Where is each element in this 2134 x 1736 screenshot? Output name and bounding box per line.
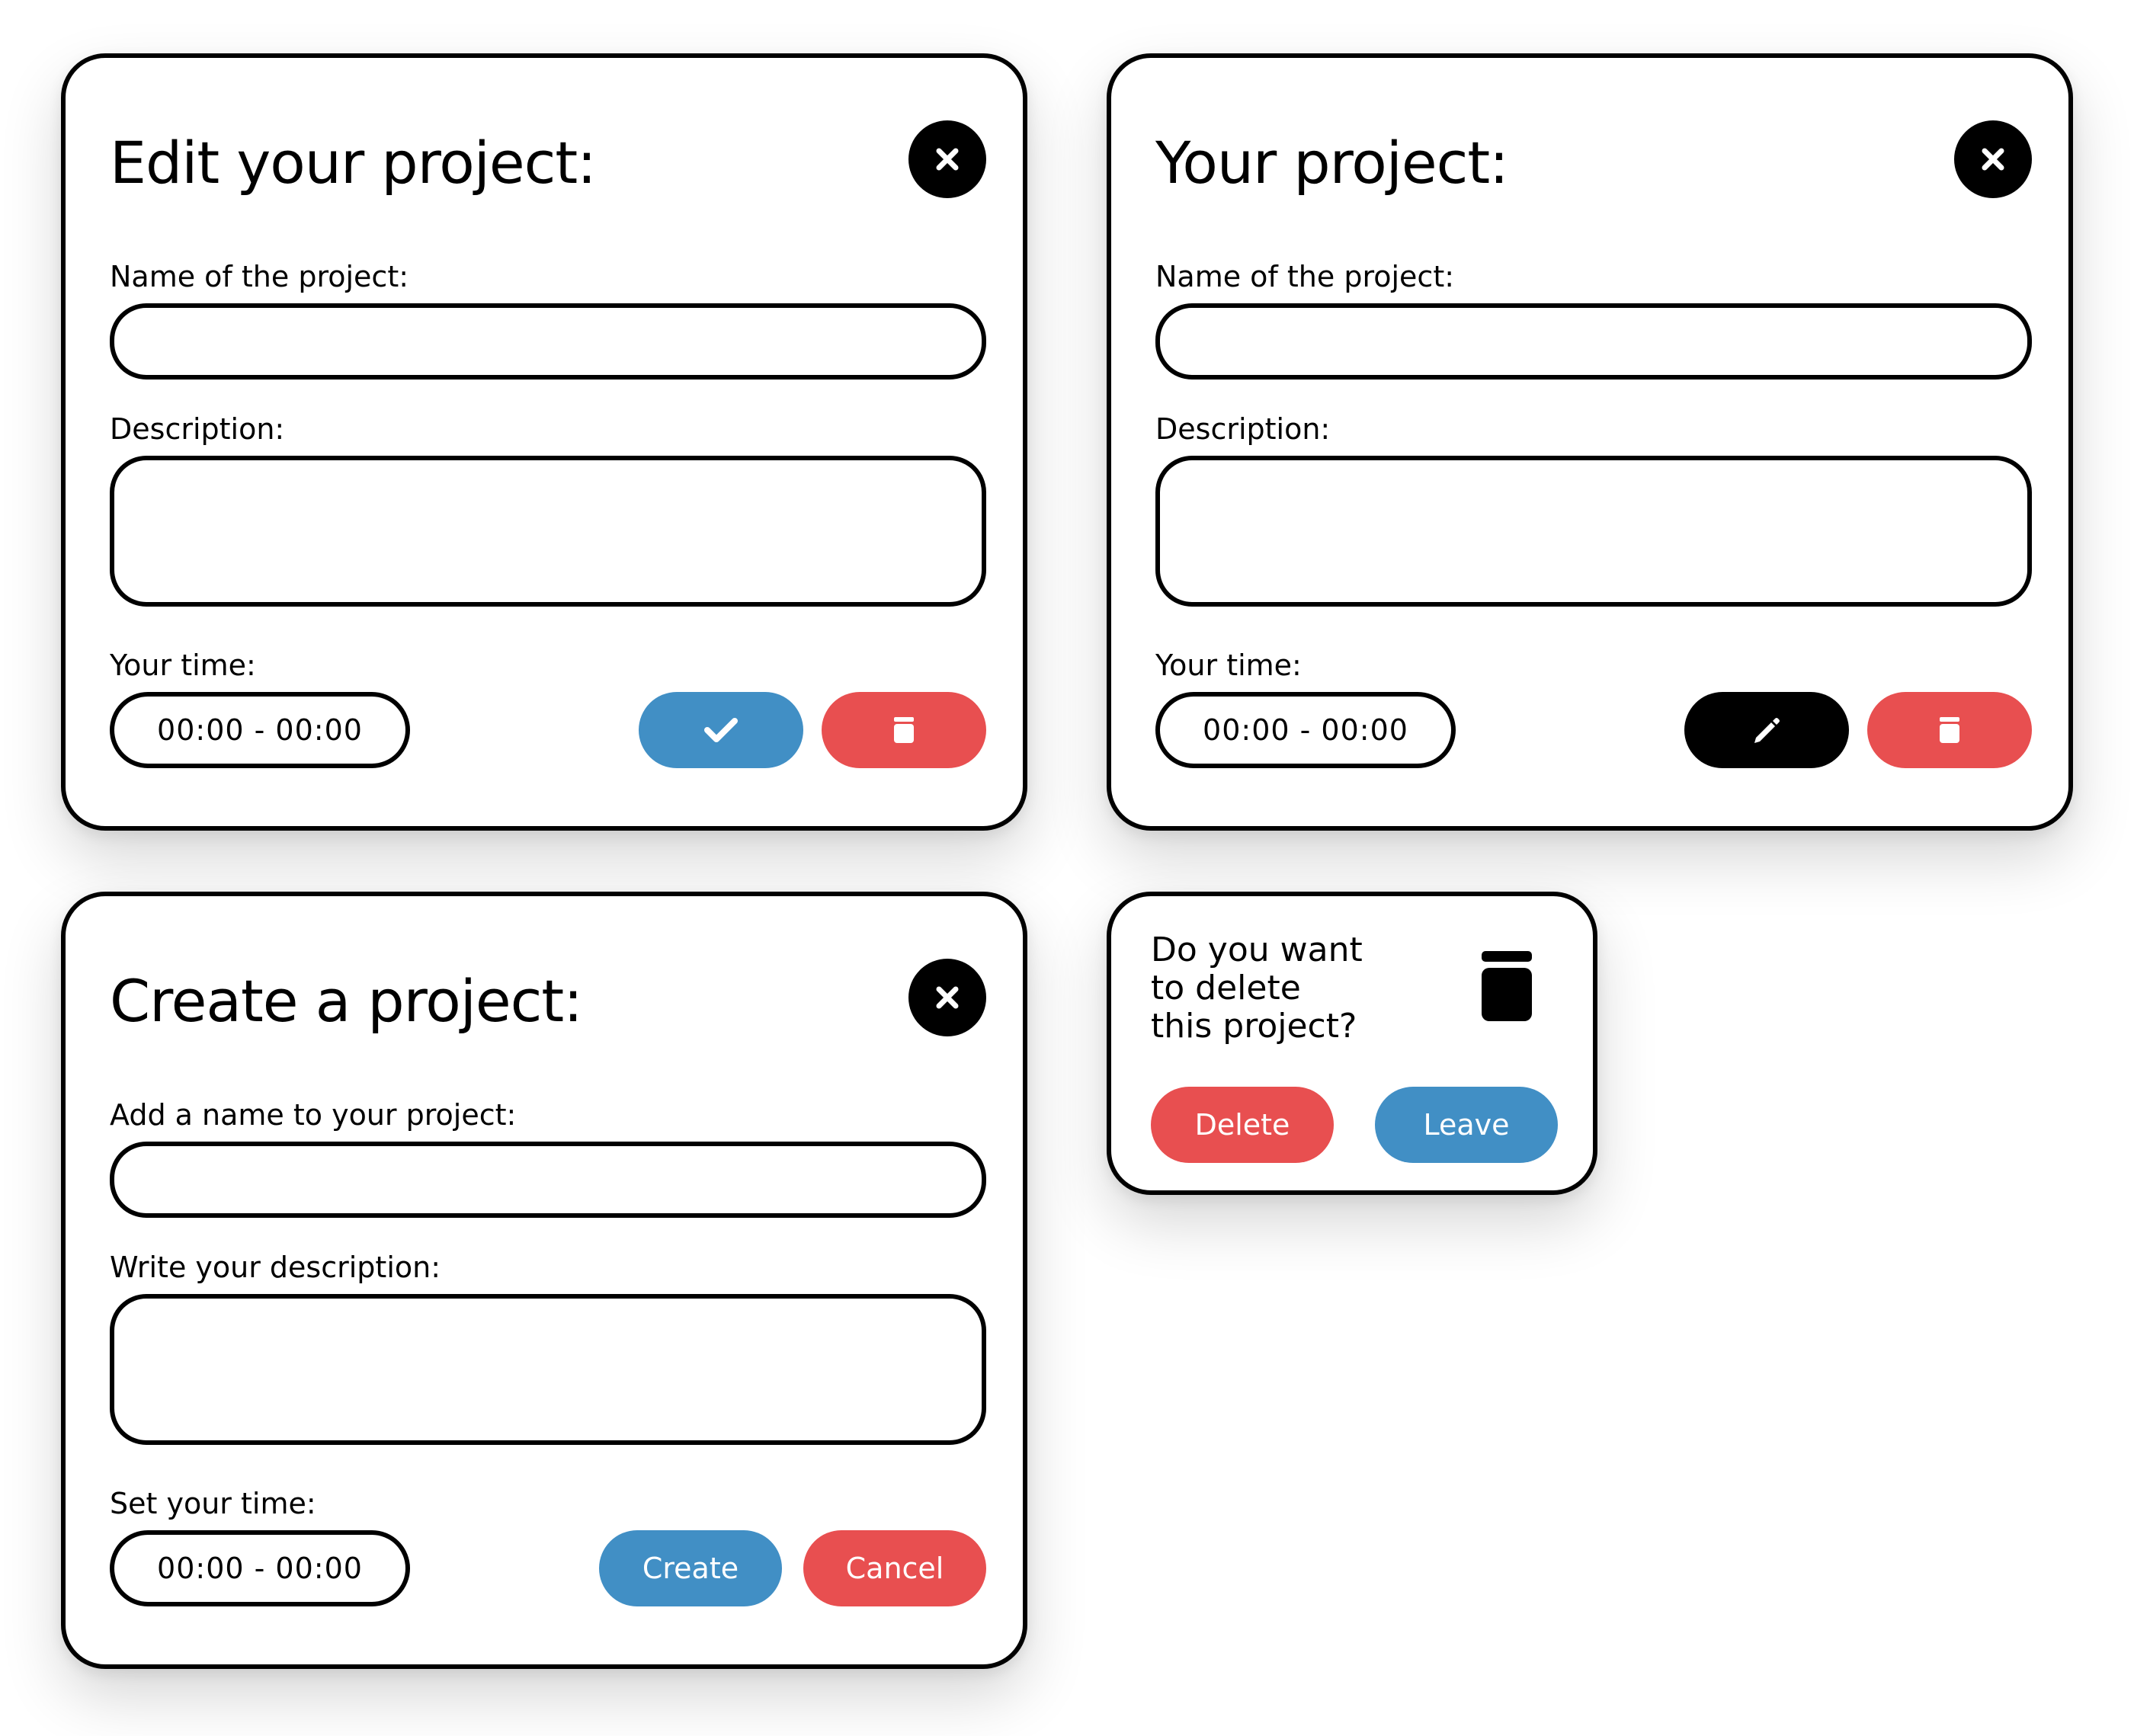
cancel-button[interactable]: Cancel	[803, 1530, 986, 1606]
close-icon	[936, 986, 959, 1009]
create-project-dialog: Create a project: Add a name to your pro…	[61, 892, 1027, 1669]
close-button[interactable]	[908, 959, 986, 1036]
name-label: Name of the project:	[110, 260, 409, 293]
view-dialog-title: Your project:	[1155, 129, 1509, 197]
edit-dialog-title: Edit your project:	[110, 129, 597, 197]
create-button[interactable]: Create	[599, 1530, 782, 1606]
delete-button[interactable]	[1867, 692, 2032, 768]
description-label: Write your description:	[110, 1251, 441, 1284]
delete-question-line: Do you want	[1151, 930, 1363, 969]
name-label: Add a name to your project:	[110, 1098, 517, 1132]
description-input[interactable]	[110, 1294, 986, 1445]
close-icon	[1982, 148, 2004, 171]
delete-confirmation-dialog: Do you want to delete this project? Dele…	[1107, 892, 1597, 1195]
time-range-field[interactable]: 00:00 - 00:00	[1155, 692, 1456, 768]
trash-icon	[894, 717, 914, 743]
close-icon	[936, 148, 959, 171]
description-label: Description:	[1155, 412, 1331, 446]
close-button[interactable]	[1954, 120, 2032, 198]
description-label: Description:	[110, 412, 285, 446]
project-name-input[interactable]	[110, 303, 986, 380]
create-dialog-title: Create a project:	[110, 967, 583, 1035]
time-label: Your time:	[1155, 649, 1302, 682]
trash-icon	[1940, 717, 1959, 743]
confirm-button[interactable]	[639, 692, 803, 768]
view-project-dialog: Your project: Name of the project: Descr…	[1107, 53, 2073, 831]
delete-confirm-button[interactable]: Delete	[1151, 1087, 1334, 1163]
leave-button[interactable]: Leave	[1375, 1087, 1558, 1163]
time-range-field[interactable]: 00:00 - 00:00	[110, 1530, 410, 1606]
pencil-icon	[1754, 718, 1780, 743]
checkmark-icon	[704, 718, 738, 742]
project-name-input[interactable]	[1155, 303, 2032, 380]
delete-button[interactable]	[822, 692, 986, 768]
project-name-input[interactable]	[110, 1142, 986, 1218]
delete-question-line: this project?	[1151, 1007, 1357, 1046]
time-range-field[interactable]: 00:00 - 00:00	[110, 692, 410, 768]
description-input[interactable]	[110, 456, 986, 607]
delete-question-line: to delete	[1151, 969, 1301, 1007]
time-label: Set your time:	[110, 1487, 316, 1520]
close-button[interactable]	[908, 120, 986, 198]
edit-button[interactable]	[1684, 692, 1849, 768]
trash-icon	[1482, 951, 1532, 1021]
time-label: Your time:	[110, 649, 256, 682]
delete-question: Do you want to delete this project?	[1151, 931, 1363, 1046]
edit-project-dialog: Edit your project: Name of the project: …	[61, 53, 1027, 831]
description-input[interactable]	[1155, 456, 2032, 607]
name-label: Name of the project:	[1155, 260, 1455, 293]
